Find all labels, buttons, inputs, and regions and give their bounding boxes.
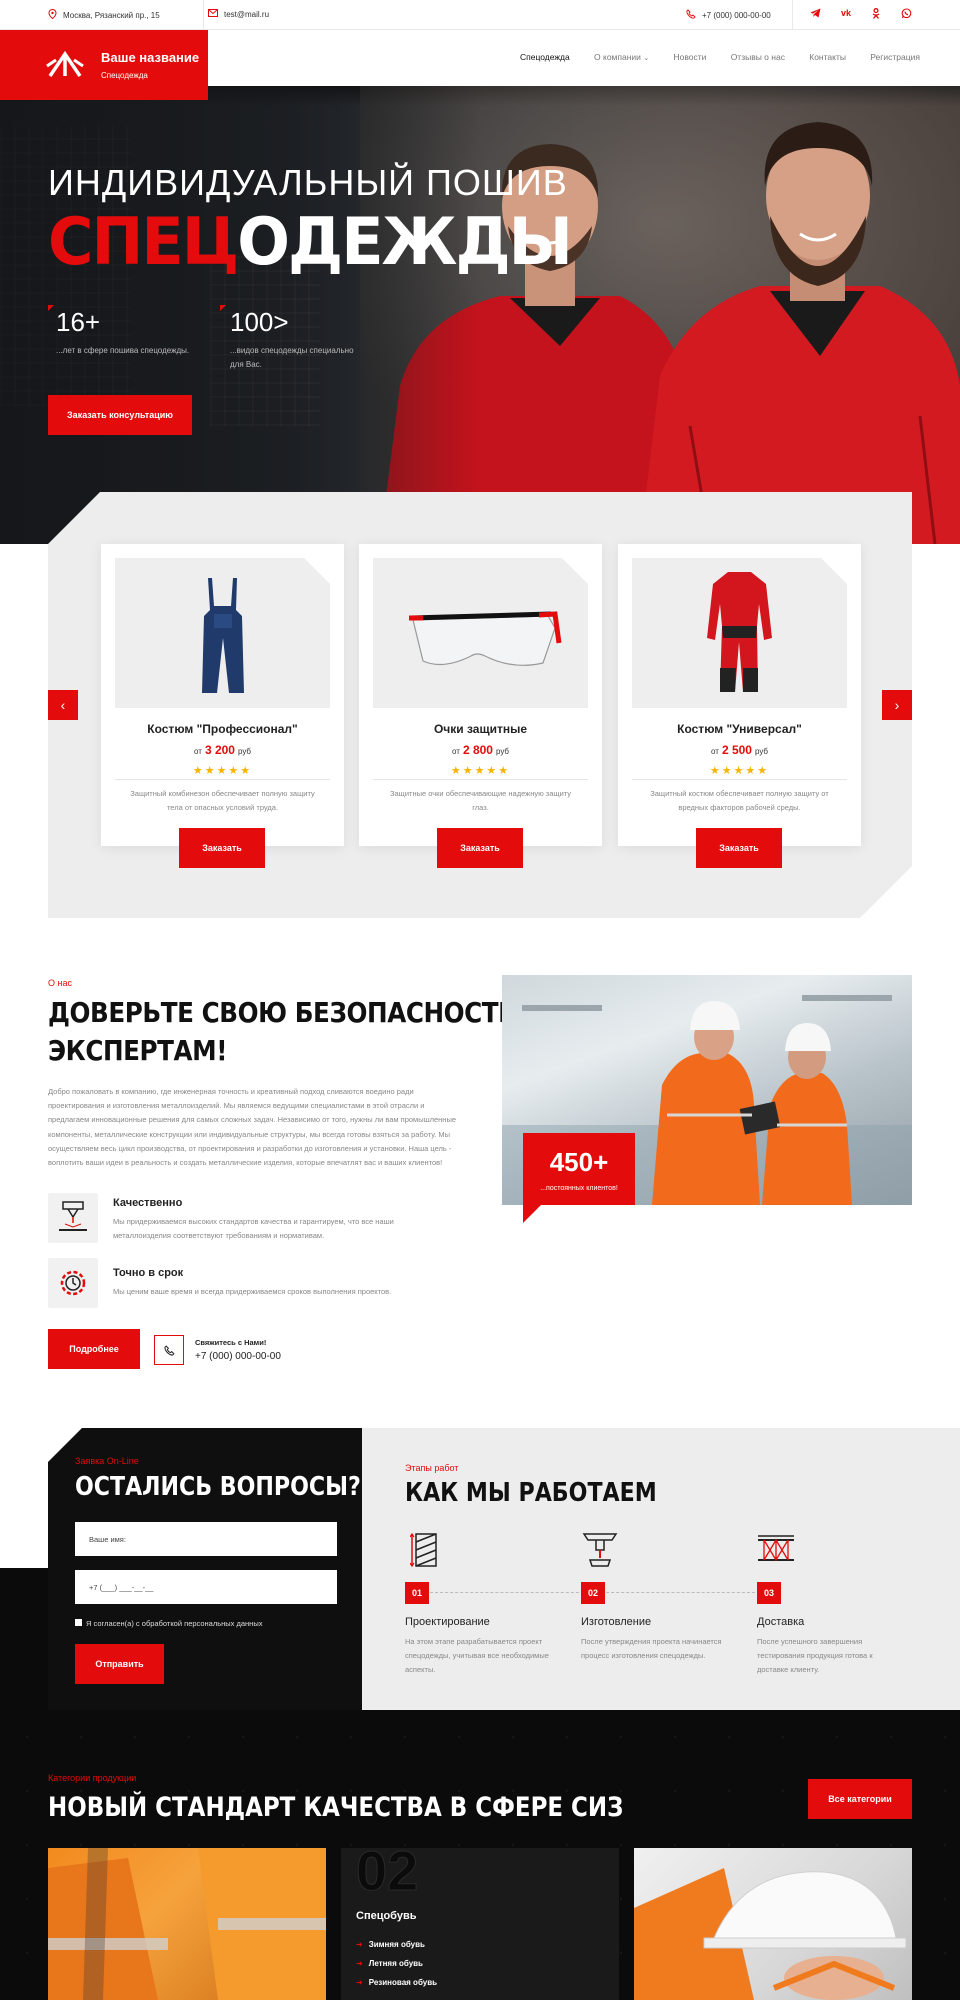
nav-item-news[interactable]: Новости (673, 52, 706, 62)
step-number: 01 (405, 1582, 429, 1604)
categories-label: Категории продукции (48, 1773, 137, 1783)
product-card: Костюм "Профессионал" от 3 200 руб ★★★★★ З… (101, 544, 344, 868)
chevron-down-icon: ⌄ (643, 55, 650, 62)
whatsapp-icon[interactable] (901, 8, 912, 22)
press-icon (580, 1530, 620, 1575)
step-number: 03 (757, 1582, 781, 1604)
category-card-footwear[interactable]: 02 Спецобувь ➜ Зимняя обувь ➜ Летняя обувь… (341, 1848, 619, 2000)
top-bar: Москва, Рязанский пр., 15 test@mail.ru +… (0, 0, 960, 30)
vk-icon[interactable]: vk (841, 8, 851, 18)
truss-icon (756, 1530, 796, 1575)
odnoklassniki-icon[interactable] (872, 8, 880, 22)
nav-item-reviews[interactable]: Отзывы о нас (731, 52, 785, 62)
nav-item-workwear[interactable]: Спецодежда (520, 52, 570, 62)
order-button[interactable]: Заказать (437, 828, 523, 868)
about-text: Добро пожаловать в компанию, где инженер… (48, 1087, 457, 1168)
list-item[interactable]: ➜ Летняя обувь (356, 1959, 437, 1968)
corner-mark (220, 305, 226, 311)
logo-mark-icon (46, 50, 84, 77)
logo[interactable]: Ваше название Спецодежда (0, 30, 208, 100)
product-image[interactable] (632, 558, 847, 708)
form-title: ОСТАЛИСЬ ВОПРОСЫ? (75, 1472, 361, 1502)
bullet-icon: ➜ (356, 1978, 363, 1987)
product-card: Костюм "Универсал" от 2 500 руб ★★★★★ Защи… (618, 544, 861, 868)
email-link[interactable]: test@mail.ru (208, 9, 269, 19)
name-input[interactable]: Ваше имя: (75, 1522, 337, 1556)
bullet-icon: ➜ (356, 1940, 363, 1949)
consultation-button[interactable]: Заказать консультацию (48, 395, 192, 435)
more-button[interactable]: Подробнее (48, 1329, 140, 1369)
step-number: 02 (581, 1582, 605, 1604)
consent-label: Я согласен(а) с обработкой персональных … (86, 1619, 263, 1628)
jackets-photo (48, 1848, 326, 2000)
phone-call-icon[interactable] (154, 1335, 184, 1365)
slider-next-button[interactable]: › (882, 690, 912, 720)
category-card-clothing[interactable] (48, 1848, 326, 2000)
rating-stars: ★★★★★ (450, 765, 511, 777)
ruler-icon (409, 1530, 440, 1575)
categories-title: НОВЫЙ СТАНДАРТ КАЧЕСТВА В СФЕРЕ СИЗ (48, 1792, 624, 1823)
list-item[interactable]: ➜ Зимняя обувь (356, 1940, 437, 1949)
product-card: Очки защитные от 2 800 руб ★★★★★ Защитные … (359, 544, 602, 868)
slider-prev-button[interactable]: ‹ (48, 690, 78, 720)
phone-input[interactable]: +7 (___) ___-__-__ (75, 1570, 337, 1604)
location-pin-icon (48, 8, 57, 22)
order-button[interactable]: Заказать (179, 828, 265, 868)
phone-icon (686, 9, 696, 21)
steps-label: Этапы работ (405, 1463, 459, 1473)
laser-cut-icon (59, 1201, 87, 1231)
chevron-left-icon: ‹ (60, 697, 66, 713)
bullet-icon: ➜ (356, 1959, 363, 1968)
nav-item-register[interactable]: Регистрация (870, 52, 920, 62)
deadline-feature-icon (48, 1258, 98, 1308)
steps-title: КАК МЫ РАБОТАЕМ (405, 1478, 657, 1508)
mail-icon (208, 9, 218, 19)
consent-checkbox[interactable] (75, 1619, 82, 1626)
coverall-icon (632, 558, 847, 708)
overalls-icon (115, 558, 330, 708)
submit-button[interactable]: Отправить (75, 1644, 164, 1684)
divider (203, 0, 204, 30)
product-image[interactable] (115, 558, 330, 708)
address: Москва, Рязанский пр., 15 (48, 8, 160, 22)
contact-label: Свяжитесь с Нами! (195, 1338, 267, 1347)
nav-item-about[interactable]: О компании ⌄ (594, 52, 649, 62)
corner-mark (48, 305, 54, 311)
all-categories-button[interactable]: Все категории (808, 1779, 912, 1819)
telegram-icon[interactable] (810, 8, 821, 21)
about-title: ДОВЕРЬТЕ СВОЮ БЕЗОПАСНОСТЬ ЭКСПЕРТАМ! (48, 996, 517, 1067)
quality-feature-icon (48, 1193, 98, 1243)
stat-years: 16+ ...лет в сфере пошива спецодежды. (48, 305, 189, 358)
contact-phone[interactable]: +7 (000) 000-00-00 (195, 1351, 281, 1362)
divider (792, 0, 793, 30)
order-button[interactable]: Заказать (696, 828, 782, 868)
rating-stars: ★★★★★ (192, 765, 253, 777)
category-card-helmets[interactable] (634, 1848, 912, 2000)
main-nav: Спецодежда О компании ⌄ Новости Отзывы о… (520, 52, 920, 62)
hero-title-line2: СПЕЦОДЕЖДЫ (48, 203, 573, 280)
clients-badge: 450+ ...постоянных клиентов! (523, 1133, 635, 1205)
helmet-photo (634, 1868, 907, 2000)
form-label: Заявка On-Line (75, 1456, 139, 1466)
stat-types: 100> ...видов спецодежды специально для … (220, 305, 354, 372)
hero-title-line1: ИНДИВИДУАЛЬНЫЙ ПОШИВ (48, 162, 568, 203)
chevron-right-icon: › (894, 697, 900, 713)
goggles-icon (373, 558, 588, 708)
list-item[interactable]: ➜ Резиновая обувь (356, 1978, 437, 1987)
product-image[interactable] (373, 558, 588, 708)
gear-clock-icon (60, 1270, 86, 1296)
nav-item-contacts[interactable]: Контакты (809, 52, 846, 62)
rating-stars: ★★★★★ (709, 765, 770, 777)
about-label: О нас (48, 978, 72, 988)
phone-link[interactable]: +7 (000) 000-00-00 (686, 9, 771, 21)
